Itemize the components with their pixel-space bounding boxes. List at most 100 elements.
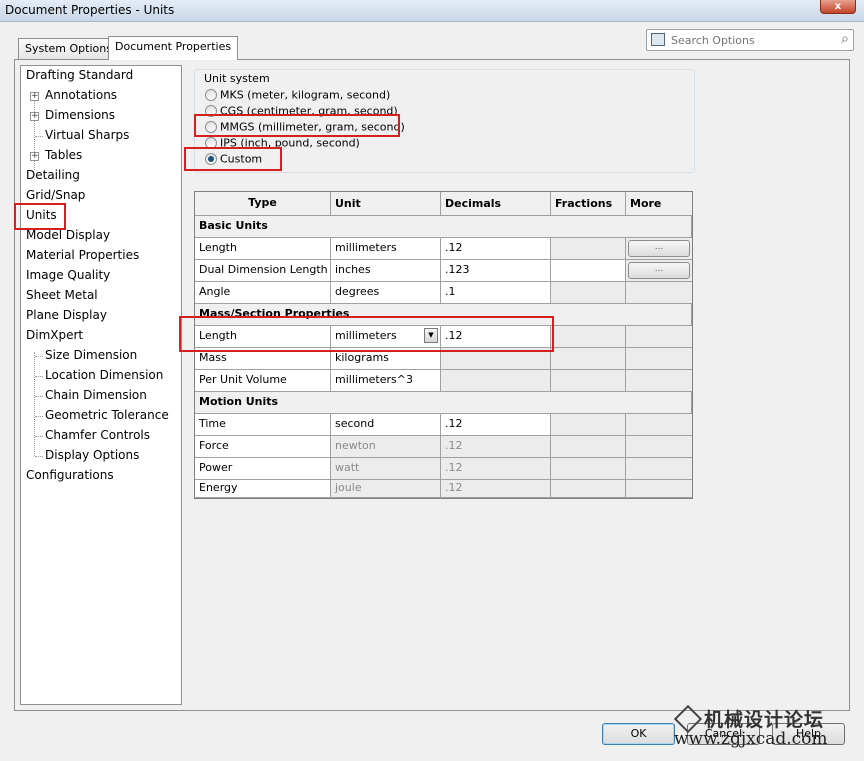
fractions-cell[interactable] [551, 260, 626, 282]
decimals-cell[interactable]: .1 [441, 282, 551, 304]
row-type: Length [195, 238, 331, 260]
tree-item-annotations[interactable]: Annotations [45, 88, 117, 102]
unit-system-legend: Unit system [203, 72, 271, 85]
fractions-cell [551, 480, 626, 498]
tree-item-model-display[interactable]: Model Display [26, 228, 110, 242]
fractions-cell [551, 458, 626, 480]
tree-item-detailing[interactable]: Detailing [26, 168, 80, 182]
decimals-cell[interactable]: .12 [441, 414, 551, 436]
row-type: Angle [195, 282, 331, 304]
search-input[interactable] [669, 32, 829, 48]
fractions-cell [551, 370, 626, 392]
unit-cell[interactable]: inches [331, 260, 441, 282]
tree-connector [35, 356, 43, 357]
decimals-cell: .12 [441, 436, 551, 458]
tree-item-plane-display[interactable]: Plane Display [26, 308, 107, 322]
tree-item-configurations[interactable]: Configurations [26, 468, 114, 482]
tree-item-chamfer-controls[interactable]: Chamfer Controls [45, 428, 150, 442]
unit-cell[interactable]: degrees [331, 282, 441, 304]
more-cell [626, 348, 692, 370]
radio-button[interactable] [205, 89, 217, 101]
row-type: Per Unit Volume [195, 370, 331, 392]
tree-item-dimxpert[interactable]: DimXpert [26, 328, 83, 342]
more-cell [626, 370, 692, 392]
options-tree: Drafting Standard + Annotations + Dimens… [20, 65, 182, 705]
tree-item-geometric-tolerance[interactable]: Geometric Tolerance [45, 408, 169, 422]
tree-item-size-dimension[interactable]: Size Dimension [45, 348, 137, 362]
tree-item-tables[interactable]: Tables [45, 148, 82, 162]
row-type: Dual Dimension Length [195, 260, 331, 282]
expand-icon[interactable]: + [30, 112, 39, 121]
expand-icon[interactable]: + [30, 152, 39, 161]
column-header-decimals[interactable]: Decimals [441, 192, 551, 216]
tree-connector [35, 456, 43, 457]
unit-cell[interactable]: millimeters [331, 238, 441, 260]
fractions-cell [551, 326, 626, 348]
tree-item-material-properties[interactable]: Material Properties [26, 248, 139, 262]
tree-item-dimensions[interactable]: Dimensions [45, 108, 115, 122]
expand-icon[interactable]: + [30, 92, 39, 101]
tree-item-grid-snap[interactable]: Grid/Snap [26, 188, 85, 202]
decimals-cell: .12 [441, 458, 551, 480]
section-motion-units: Motion Units [195, 392, 692, 414]
column-header-type[interactable]: Type [195, 192, 331, 216]
title-bar: Document Properties - Units x [0, 0, 864, 22]
highlight-units [14, 203, 66, 230]
watermark-title: 机械设计论坛 [704, 709, 825, 731]
highlight-mass-length [179, 316, 554, 352]
tree-item-sheet-metal[interactable]: Sheet Metal [26, 288, 98, 302]
more-cell [626, 458, 692, 480]
unit-cell[interactable]: millimeters^3 [331, 370, 441, 392]
fractions-cell [551, 414, 626, 436]
tree-connector [35, 136, 43, 137]
column-header-unit[interactable]: Unit [331, 192, 441, 216]
tree-item-image-quality[interactable]: Image Quality [26, 268, 110, 282]
tree-connector [35, 416, 43, 417]
more-cell [626, 480, 692, 498]
fractions-cell [551, 282, 626, 304]
more-cell [626, 282, 692, 304]
row-type: Force [195, 436, 331, 458]
column-header-fractions[interactable]: Fractions [551, 192, 626, 216]
tab-document-properties[interactable]: Document Properties [108, 36, 239, 60]
highlight-custom [184, 147, 282, 171]
fractions-cell [551, 238, 626, 260]
row-type: Time [195, 414, 331, 436]
ok-button[interactable]: OK [602, 723, 675, 745]
tree-connector [34, 352, 35, 456]
tab-system-options[interactable]: System Options [18, 38, 119, 59]
tree-item-location-dimension[interactable]: Location Dimension [45, 368, 163, 382]
section-basic-units: Basic Units [195, 216, 692, 238]
more-button[interactable]: ... [628, 262, 690, 279]
more-cell [626, 436, 692, 458]
tree-connector [35, 396, 43, 397]
more-cell [626, 326, 692, 348]
row-type: Energy [195, 480, 331, 498]
search-box[interactable]: ⌕ [646, 29, 854, 51]
tree-item-virtual-sharps[interactable]: Virtual Sharps [45, 128, 129, 142]
tree-item-display-options[interactable]: Display Options [45, 448, 139, 462]
fractions-cell [551, 436, 626, 458]
tree-connector [35, 436, 43, 437]
unit-cell: watt [331, 458, 441, 480]
watermark: 机械设计论坛 www.zgjxcad.com [672, 703, 862, 757]
close-button[interactable]: x [820, 0, 856, 14]
unit-cell[interactable]: second [331, 414, 441, 436]
more-cell [626, 414, 692, 436]
decimals-cell[interactable]: .12 [441, 238, 551, 260]
radio-mks[interactable]: MKS (meter, kilogram, second) [205, 88, 390, 102]
unit-cell: joule [331, 480, 441, 498]
row-type: Power [195, 458, 331, 480]
window-title: Document Properties - Units [5, 3, 175, 17]
tree-connector [35, 376, 43, 377]
decimals-cell [441, 370, 551, 392]
decimals-cell[interactable]: .123 [441, 260, 551, 282]
decimals-cell: .12 [441, 480, 551, 498]
more-button[interactable]: ... [628, 240, 690, 257]
unit-cell: newton [331, 436, 441, 458]
tree-item-chain-dimension[interactable]: Chain Dimension [45, 388, 147, 402]
column-header-more[interactable]: More [626, 192, 692, 216]
search-icon[interactable]: ⌕ [841, 31, 849, 47]
tree-item-drafting-standard[interactable]: Drafting Standard [26, 68, 133, 82]
highlight-mmgs [194, 114, 400, 137]
